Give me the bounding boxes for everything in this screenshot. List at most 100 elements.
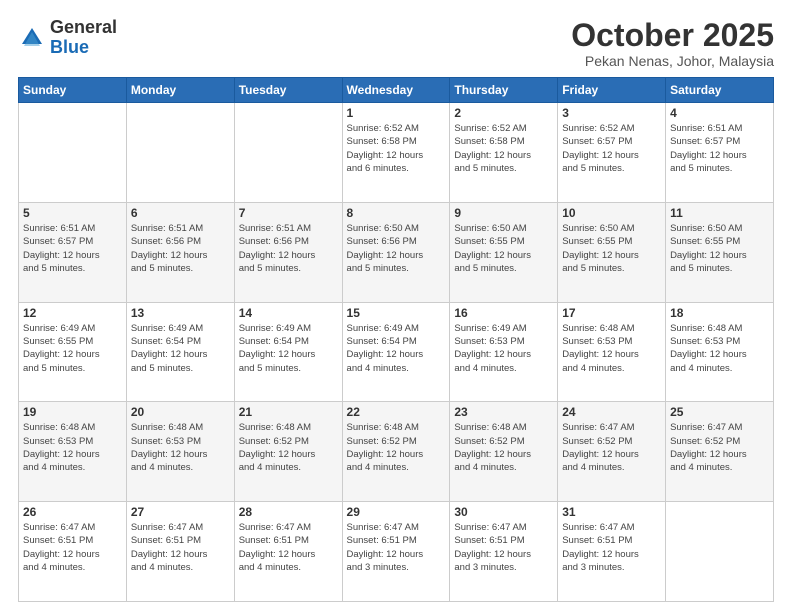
- day-number: 31: [562, 505, 661, 519]
- location-subtitle: Pekan Nenas, Johor, Malaysia: [571, 53, 774, 69]
- table-row: 30Sunrise: 6:47 AM Sunset: 6:51 PM Dayli…: [450, 502, 558, 602]
- day-info: Sunrise: 6:52 AM Sunset: 6:57 PM Dayligh…: [562, 122, 661, 175]
- table-row: 26 Sunrise: 6:47 AM Sunset: 6:51 PM Dayli…: [19, 502, 127, 602]
- day-info: Sunrise: 6:51 AM Sunset: 6:56 PM Dayligh…: [131, 222, 230, 275]
- header-monday: Monday: [126, 78, 234, 103]
- table-row: 12 Sunrise: 6:49 AM Sunset: 6:55 PM Dayli…: [19, 302, 127, 402]
- day-info: Sunrise: 6:49 AM Sunset: 6:55 PM Dayligh…: [23, 322, 122, 375]
- day-number: 5: [23, 206, 122, 220]
- day-number: 22: [347, 405, 446, 419]
- day-info: Sunrise: 6:47 AM Sunset: 6:51 PM Dayligh…: [562, 521, 661, 574]
- day-info: Sunrise: 6:51 AM Sunset: 6:57 PM Dayligh…: [23, 222, 122, 275]
- header-wednesday: Wednesday: [342, 78, 450, 103]
- table-row: 27Sunrise: 6:47 AM Sunset: 6:51 PM Dayli…: [126, 502, 234, 602]
- calendar-week-row: 5 Sunrise: 6:51 AM Sunset: 6:57 PM Daylig…: [19, 202, 774, 302]
- table-row: 25 Sunrise: 6:47 AM Sunset: 6:52 PM Dayli…: [666, 402, 774, 502]
- day-number: 7: [239, 206, 338, 220]
- day-info: Sunrise: 6:47 AM Sunset: 6:52 PM Dayligh…: [670, 421, 769, 474]
- day-info: Sunrise: 6:47 AM Sunset: 6:52 PM Dayligh…: [562, 421, 661, 474]
- table-row: 16Sunrise: 6:49 AM Sunset: 6:53 PM Dayli…: [450, 302, 558, 402]
- table-row: 31 Sunrise: 6:47 AM Sunset: 6:51 PM Dayli…: [558, 502, 666, 602]
- day-info: Sunrise: 6:48 AM Sunset: 6:52 PM Dayligh…: [347, 421, 446, 474]
- day-info: Sunrise: 6:47 AM Sunset: 6:51 PM Dayligh…: [23, 521, 122, 574]
- day-number: 2: [454, 106, 553, 120]
- table-row: [234, 103, 342, 203]
- day-number: 28: [239, 505, 338, 519]
- calendar-week-row: 19Sunrise: 6:48 AM Sunset: 6:53 PM Dayli…: [19, 402, 774, 502]
- header: General Blue October 2025 Pekan Nenas, J…: [18, 18, 774, 69]
- logo: General Blue: [18, 18, 117, 58]
- day-number: 13: [131, 306, 230, 320]
- day-info: Sunrise: 6:51 AM Sunset: 6:57 PM Dayligh…: [670, 122, 769, 175]
- day-number: 3: [562, 106, 661, 120]
- day-number: 20: [131, 405, 230, 419]
- day-number: 10: [562, 206, 661, 220]
- day-number: 4: [670, 106, 769, 120]
- table-row: [126, 103, 234, 203]
- table-row: 21 Sunrise: 6:48 AM Sunset: 6:52 PM Dayli…: [234, 402, 342, 502]
- day-info: Sunrise: 6:50 AM Sunset: 6:55 PM Dayligh…: [562, 222, 661, 275]
- day-number: 25: [670, 405, 769, 419]
- page: General Blue October 2025 Pekan Nenas, J…: [0, 0, 792, 612]
- table-row: 6 Sunrise: 6:51 AM Sunset: 6:56 PM Daylig…: [126, 202, 234, 302]
- table-row: 24 Sunrise: 6:47 AM Sunset: 6:52 PM Dayli…: [558, 402, 666, 502]
- table-row: 9 Sunrise: 6:50 AM Sunset: 6:55 PM Daylig…: [450, 202, 558, 302]
- day-number: 1: [347, 106, 446, 120]
- day-number: 6: [131, 206, 230, 220]
- day-number: 11: [670, 206, 769, 220]
- logo-icon: [18, 24, 46, 52]
- header-saturday: Saturday: [666, 78, 774, 103]
- table-row: [19, 103, 127, 203]
- table-row: 3 Sunrise: 6:52 AM Sunset: 6:57 PM Daylig…: [558, 103, 666, 203]
- day-number: 21: [239, 405, 338, 419]
- table-row: 20Sunrise: 6:48 AM Sunset: 6:53 PM Dayli…: [126, 402, 234, 502]
- table-row: 28Sunrise: 6:47 AM Sunset: 6:51 PM Dayli…: [234, 502, 342, 602]
- table-row: 1 Sunrise: 6:52 AM Sunset: 6:58 PM Daylig…: [342, 103, 450, 203]
- calendar-week-row: 1 Sunrise: 6:52 AM Sunset: 6:58 PM Daylig…: [19, 103, 774, 203]
- day-number: 24: [562, 405, 661, 419]
- day-info: Sunrise: 6:48 AM Sunset: 6:52 PM Dayligh…: [239, 421, 338, 474]
- header-tuesday: Tuesday: [234, 78, 342, 103]
- table-row: 10 Sunrise: 6:50 AM Sunset: 6:55 PM Dayli…: [558, 202, 666, 302]
- day-info: Sunrise: 6:47 AM Sunset: 6:51 PM Dayligh…: [347, 521, 446, 574]
- day-info: Sunrise: 6:51 AM Sunset: 6:56 PM Dayligh…: [239, 222, 338, 275]
- day-info: Sunrise: 6:52 AM Sunset: 6:58 PM Dayligh…: [454, 122, 553, 175]
- header-friday: Friday: [558, 78, 666, 103]
- day-info: Sunrise: 6:50 AM Sunset: 6:55 PM Dayligh…: [454, 222, 553, 275]
- table-row: 15Sunrise: 6:49 AM Sunset: 6:54 PM Dayli…: [342, 302, 450, 402]
- title-area: October 2025 Pekan Nenas, Johor, Malaysi…: [571, 18, 774, 69]
- table-row: 18 Sunrise: 6:48 AM Sunset: 6:53 PM Dayli…: [666, 302, 774, 402]
- day-info: Sunrise: 6:50 AM Sunset: 6:56 PM Dayligh…: [347, 222, 446, 275]
- month-title: October 2025: [571, 18, 774, 53]
- day-number: 14: [239, 306, 338, 320]
- header-sunday: Sunday: [19, 78, 127, 103]
- day-number: 29: [347, 505, 446, 519]
- day-number: 12: [23, 306, 122, 320]
- day-number: 26: [23, 505, 122, 519]
- day-info: Sunrise: 6:52 AM Sunset: 6:58 PM Dayligh…: [347, 122, 446, 175]
- logo-general-text: General: [50, 18, 117, 38]
- header-thursday: Thursday: [450, 78, 558, 103]
- day-info: Sunrise: 6:50 AM Sunset: 6:55 PM Dayligh…: [670, 222, 769, 275]
- day-info: Sunrise: 6:48 AM Sunset: 6:53 PM Dayligh…: [562, 322, 661, 375]
- table-row: 23Sunrise: 6:48 AM Sunset: 6:52 PM Dayli…: [450, 402, 558, 502]
- day-number: 17: [562, 306, 661, 320]
- day-number: 27: [131, 505, 230, 519]
- table-row: 4 Sunrise: 6:51 AM Sunset: 6:57 PM Daylig…: [666, 103, 774, 203]
- day-number: 19: [23, 405, 122, 419]
- day-info: Sunrise: 6:49 AM Sunset: 6:54 PM Dayligh…: [131, 322, 230, 375]
- calendar-week-row: 26 Sunrise: 6:47 AM Sunset: 6:51 PM Dayli…: [19, 502, 774, 602]
- logo-blue-text: Blue: [50, 38, 117, 58]
- table-row: 2 Sunrise: 6:52 AM Sunset: 6:58 PM Daylig…: [450, 103, 558, 203]
- day-info: Sunrise: 6:49 AM Sunset: 6:54 PM Dayligh…: [347, 322, 446, 375]
- day-number: 8: [347, 206, 446, 220]
- calendar-table: Sunday Monday Tuesday Wednesday Thursday…: [18, 77, 774, 602]
- day-number: 9: [454, 206, 553, 220]
- day-info: Sunrise: 6:48 AM Sunset: 6:53 PM Dayligh…: [670, 322, 769, 375]
- table-row: 5 Sunrise: 6:51 AM Sunset: 6:57 PM Daylig…: [19, 202, 127, 302]
- day-info: Sunrise: 6:49 AM Sunset: 6:54 PM Dayligh…: [239, 322, 338, 375]
- table-row: 19Sunrise: 6:48 AM Sunset: 6:53 PM Dayli…: [19, 402, 127, 502]
- table-row: 29 Sunrise: 6:47 AM Sunset: 6:51 PM Dayli…: [342, 502, 450, 602]
- day-number: 18: [670, 306, 769, 320]
- day-info: Sunrise: 6:48 AM Sunset: 6:52 PM Dayligh…: [454, 421, 553, 474]
